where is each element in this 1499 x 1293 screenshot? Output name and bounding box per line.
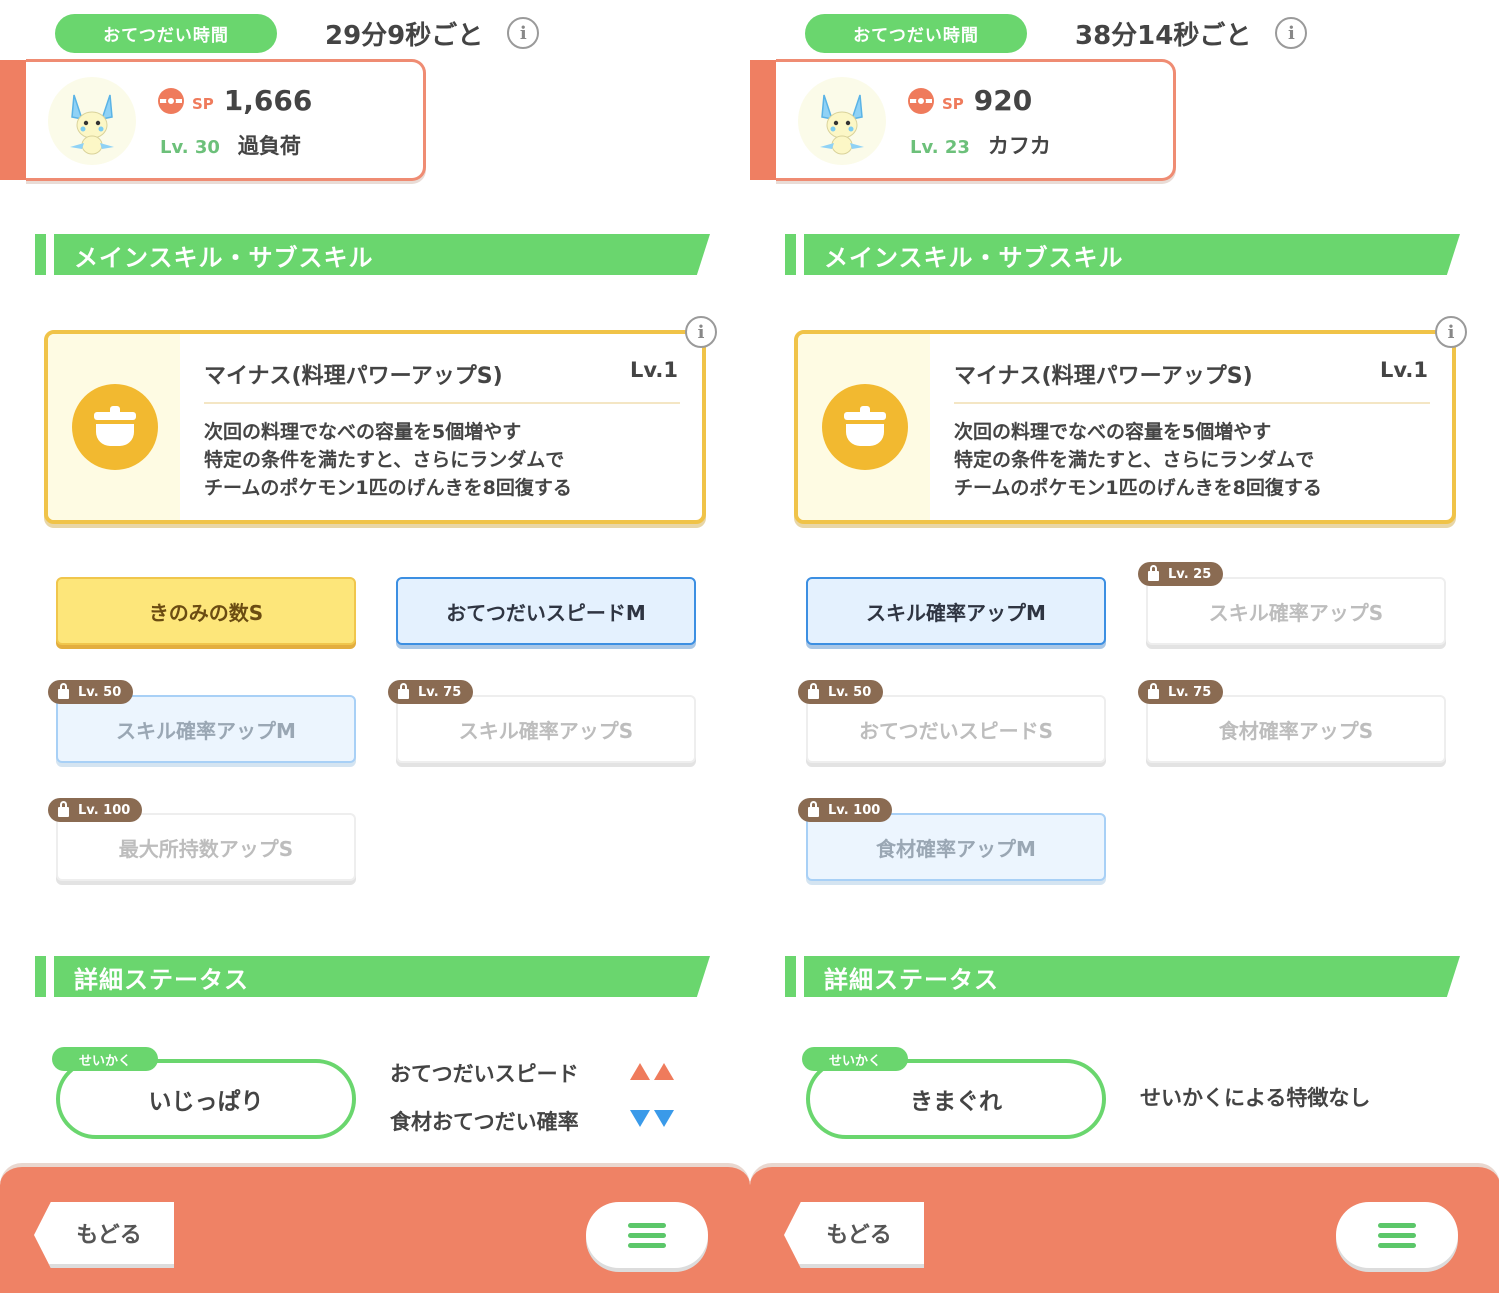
menu-button[interactable] (1336, 1202, 1458, 1268)
lock-icon (808, 683, 819, 699)
pokemon-card-stripe (750, 60, 778, 180)
lock-icon (398, 683, 409, 699)
info-icon[interactable]: i (1275, 17, 1308, 49)
skill-section-title: メインスキル・サブスキル (74, 244, 374, 272)
pokemon-card-stripe (0, 60, 28, 180)
pokemon-name: カフカ (987, 134, 1051, 158)
skill-info-icon[interactable]: i (1435, 316, 1467, 348)
info-icon[interactable]: i (507, 17, 540, 49)
status-section-title: 詳細ステータス (824, 966, 999, 994)
right-panel: おてつだい時間 38分14秒ごと i SP 920 Lv. 23 カフカ メイン… (750, 0, 1499, 1293)
sp-row: SP 1,666 (158, 84, 312, 117)
pokeball-icon (908, 87, 934, 114)
lock-badge: Lv. 50 (48, 680, 134, 704)
lock-icon (58, 801, 69, 817)
level-row: Lv. 23 カフカ (910, 130, 1051, 160)
nature-tag: せいかく (52, 1047, 158, 1071)
lock-icon (1148, 565, 1159, 581)
lock-icon (58, 683, 69, 699)
pokemon-card[interactable]: SP 1,666 Lv. 30 過負荷 (26, 59, 426, 181)
main-skill-description: 次回の料理でなべの容量を5個増やす 特定の条件を満たすと、さらにランダムで チー… (954, 421, 1322, 499)
cooking-pot-icon (822, 384, 908, 470)
nature-effect-text: せいかくによる特徴なし (1140, 1086, 1371, 1110)
lock-badge: Lv. 25 (1138, 562, 1224, 586)
help-time-label: おてつだい時間 (55, 13, 277, 53)
help-time-value: 29分9秒ごと (325, 20, 484, 51)
sp-row: SP 920 (908, 84, 1032, 117)
main-skill-name: マイナス(料理パワーアップS) (204, 364, 503, 389)
up-arrows-icon (630, 1063, 678, 1080)
nature-down-stat: 食材おてつだい確率 (390, 1110, 579, 1134)
level-label: Lv. 23 (910, 137, 970, 158)
subskill-button[interactable]: 食材確率アップS (1146, 695, 1446, 763)
main-skill-level: Lv.1 (1380, 358, 1428, 382)
help-time-row: おてつだい時間 38分14秒ごと i (805, 13, 1308, 53)
lock-badge: Lv. 50 (798, 680, 884, 704)
sp-label: SP (192, 94, 214, 113)
sp-value: 920 (973, 84, 1033, 117)
nature-tag: せいかく (802, 1047, 908, 1071)
subskill-button[interactable]: おてつだいスピードS (806, 695, 1106, 763)
main-skill-card[interactable]: マイナス(料理パワーアップS) Lv.1 次回の料理でなべの容量を5個増やす 特… (44, 330, 706, 524)
left-panel: おてつだい時間 29分9秒ごと i SP 1,666 Lv. 30 過負荷 メイ… (0, 0, 750, 1293)
status-section-header: 詳細ステータス (35, 956, 710, 997)
lock-icon (1148, 683, 1159, 699)
nature-up-stat: おてつだいスピード (390, 1062, 579, 1086)
subskill-button[interactable]: スキル確率アップS (396, 695, 696, 763)
level-row: Lv. 30 過負荷 (160, 130, 301, 160)
level-label: Lv. 30 (160, 137, 220, 158)
subskill-button[interactable]: スキル確率アップM (56, 695, 356, 763)
lock-icon (808, 801, 819, 817)
nature-box[interactable]: いじっぱり (56, 1059, 356, 1139)
sp-value: 1,666 (223, 84, 313, 117)
subskill-button[interactable]: おてつだいスピードM (396, 577, 696, 645)
bottom-bar: もどる (750, 1163, 1499, 1293)
help-time-value: 38分14秒ごと (1075, 20, 1252, 51)
nature-box[interactable]: きまぐれ (806, 1059, 1106, 1139)
hamburger-menu-icon (628, 1222, 666, 1228)
subskill-button[interactable]: スキル確率アップS (1146, 577, 1446, 645)
minun-pokemon-icon (798, 77, 886, 165)
skill-info-icon[interactable]: i (685, 316, 717, 348)
down-arrows-icon (630, 1110, 678, 1127)
skill-section-header: メインスキル・サブスキル (785, 234, 1460, 275)
pokemon-card[interactable]: SP 920 Lv. 23 カフカ (776, 59, 1176, 181)
main-skill-name: マイナス(料理パワーアップS) (954, 364, 1253, 389)
sp-label: SP (942, 94, 964, 113)
main-skill-description: 次回の料理でなべの容量を5個増やす 特定の条件を満たすと、さらにランダムで チー… (204, 421, 572, 499)
back-button[interactable]: もどる (784, 1202, 924, 1268)
skill-section-header: メインスキル・サブスキル (35, 234, 710, 275)
lock-badge: Lv. 100 (48, 798, 143, 822)
main-skill-level: Lv.1 (630, 358, 678, 382)
help-time-row: おてつだい時間 29分9秒ごと i (55, 13, 540, 53)
lock-badge: Lv. 75 (1138, 680, 1224, 704)
hamburger-menu-icon (1378, 1222, 1416, 1228)
help-time-label: おてつだい時間 (805, 13, 1027, 53)
cooking-pot-icon (72, 384, 158, 470)
pokeball-icon (158, 87, 184, 114)
status-section-header: 詳細ステータス (785, 956, 1460, 997)
subskill-button[interactable]: きのみの数S (56, 577, 356, 645)
lock-badge: Lv. 75 (388, 680, 474, 704)
subskill-button[interactable]: 最大所持数アップS (56, 813, 356, 881)
main-skill-card[interactable]: マイナス(料理パワーアップS) Lv.1 次回の料理でなべの容量を5個増やす 特… (794, 330, 1456, 524)
minun-pokemon-icon (48, 77, 136, 165)
menu-button[interactable] (586, 1202, 708, 1268)
subskill-button[interactable]: スキル確率アップM (806, 577, 1106, 645)
pokemon-name: 過負荷 (237, 134, 301, 158)
status-section-title: 詳細ステータス (74, 966, 249, 994)
subskill-button[interactable]: 食材確率アップM (806, 813, 1106, 881)
skill-section-title: メインスキル・サブスキル (824, 244, 1124, 272)
lock-badge: Lv. 100 (798, 798, 893, 822)
back-button[interactable]: もどる (34, 1202, 174, 1268)
bottom-bar: もどる (0, 1163, 750, 1293)
